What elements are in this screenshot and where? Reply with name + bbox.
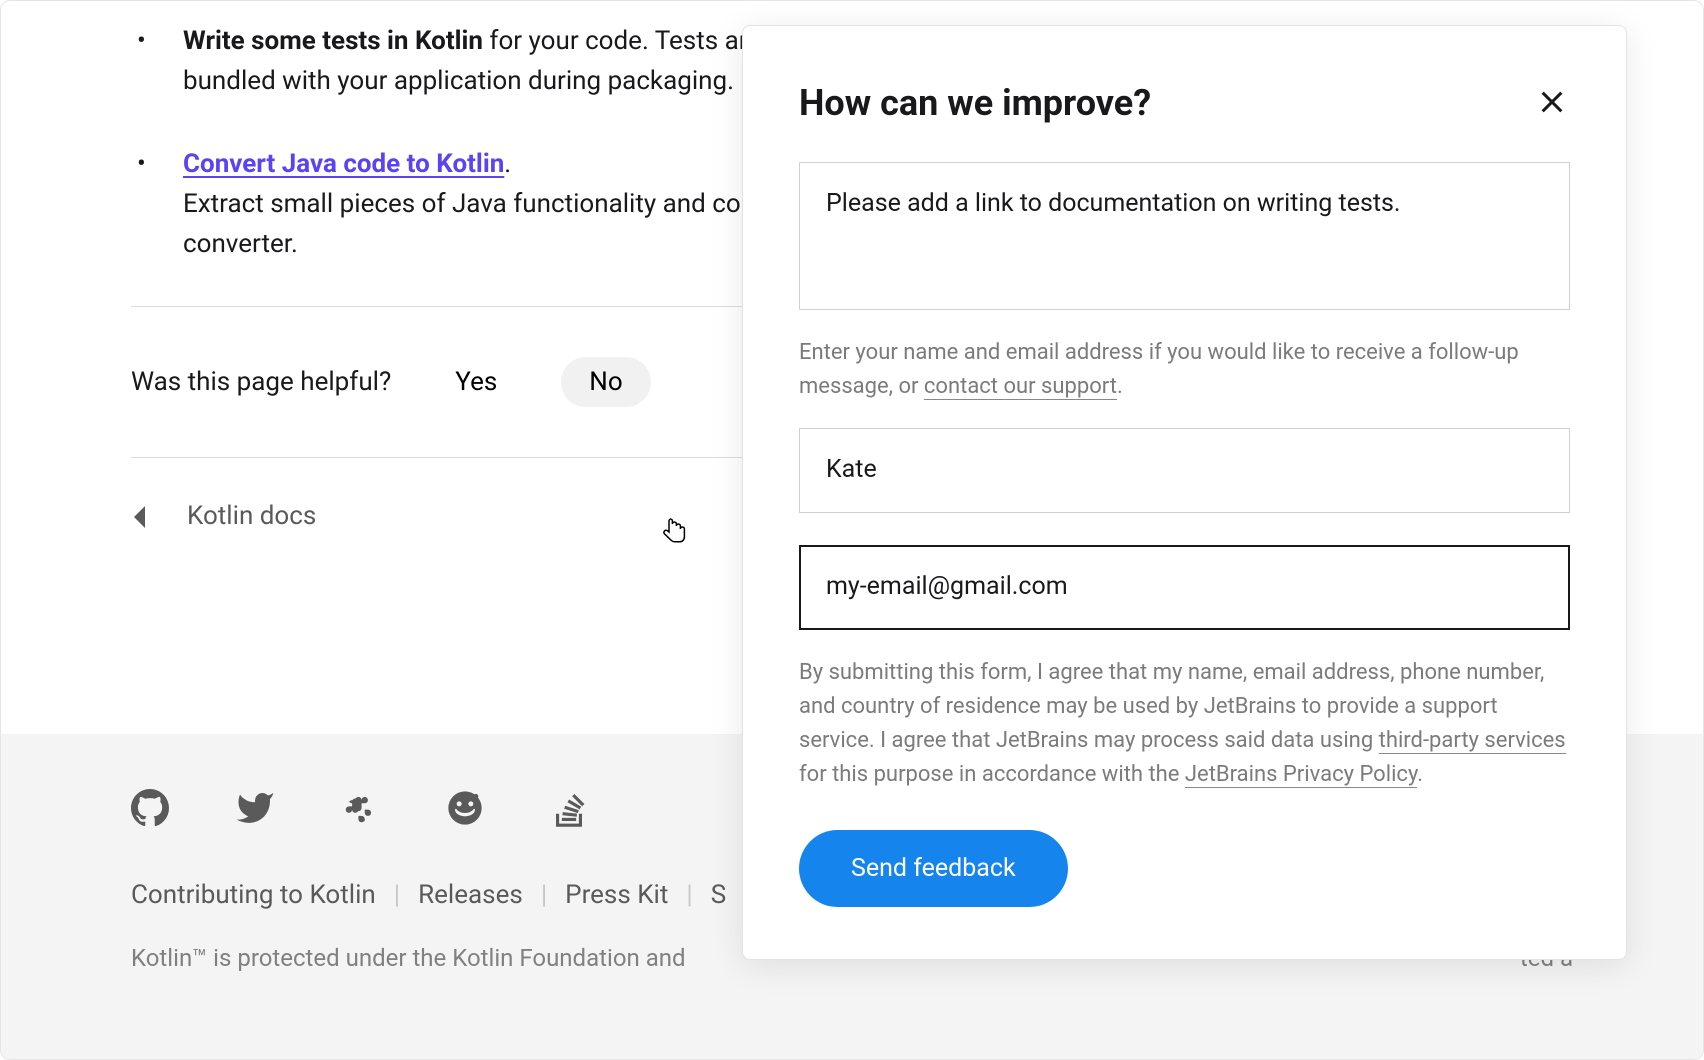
- footer-link-s[interactable]: S: [711, 880, 726, 910]
- helper-pre: Enter your name and email address if you…: [799, 340, 1519, 399]
- legal-pre: Kotlin™ is protected under the: [131, 944, 452, 972]
- consent-part-3: .: [1417, 762, 1423, 787]
- footer-link-releases[interactable]: Releases: [418, 880, 523, 910]
- github-icon[interactable]: [131, 789, 169, 831]
- feedback-no-button[interactable]: No: [561, 357, 650, 407]
- contact-support-link[interactable]: contact our support: [924, 374, 1117, 400]
- consent-text: By submitting this form, I agree that my…: [799, 656, 1570, 792]
- helper-post: .: [1117, 374, 1123, 399]
- third-party-services-link[interactable]: third-party services: [1379, 728, 1566, 754]
- footer-link-contributing[interactable]: Contributing to Kotlin: [131, 880, 376, 910]
- separator: |: [686, 880, 692, 910]
- feedback-question: Was this page helpful?: [131, 362, 391, 402]
- reddit-icon[interactable]: [445, 788, 485, 832]
- dialog-title: How can we improve?: [799, 82, 1151, 124]
- helper-text: Enter your name and email address if you…: [799, 336, 1570, 404]
- twitter-icon[interactable]: [235, 788, 275, 832]
- privacy-policy-link[interactable]: JetBrains Privacy Policy: [1185, 762, 1417, 788]
- name-input[interactable]: [799, 428, 1570, 513]
- separator: |: [394, 880, 400, 910]
- convert-java-link[interactable]: Convert Java code to Kotlin: [183, 149, 504, 179]
- prev-page-label: Kotlin docs: [187, 496, 316, 536]
- consent-part-2: for this purpose in accordance with the: [799, 762, 1185, 787]
- close-button[interactable]: [1534, 84, 1570, 123]
- stackoverflow-icon[interactable]: [551, 788, 587, 832]
- prev-page-link[interactable]: Kotlin docs: [131, 496, 316, 536]
- feedback-dialog: How can we improve? Enter your name and …: [742, 25, 1627, 960]
- legal-and: and: [640, 944, 686, 972]
- send-feedback-button[interactable]: Send feedback: [799, 830, 1068, 907]
- kotlin-foundation-link[interactable]: Kotlin Foundation: [452, 944, 640, 972]
- list-item-bold: Write some tests in Kotlin: [183, 26, 483, 56]
- separator: |: [541, 880, 547, 910]
- close-icon: [1538, 88, 1566, 116]
- list-item-period: .: [504, 149, 511, 179]
- slack-icon[interactable]: [341, 789, 379, 831]
- chevron-left-icon: [131, 504, 149, 530]
- footer-link-press[interactable]: Press Kit: [565, 880, 668, 910]
- feedback-message-input[interactable]: [799, 162, 1570, 310]
- feedback-yes-button[interactable]: Yes: [427, 357, 525, 407]
- email-input[interactable]: [799, 545, 1570, 630]
